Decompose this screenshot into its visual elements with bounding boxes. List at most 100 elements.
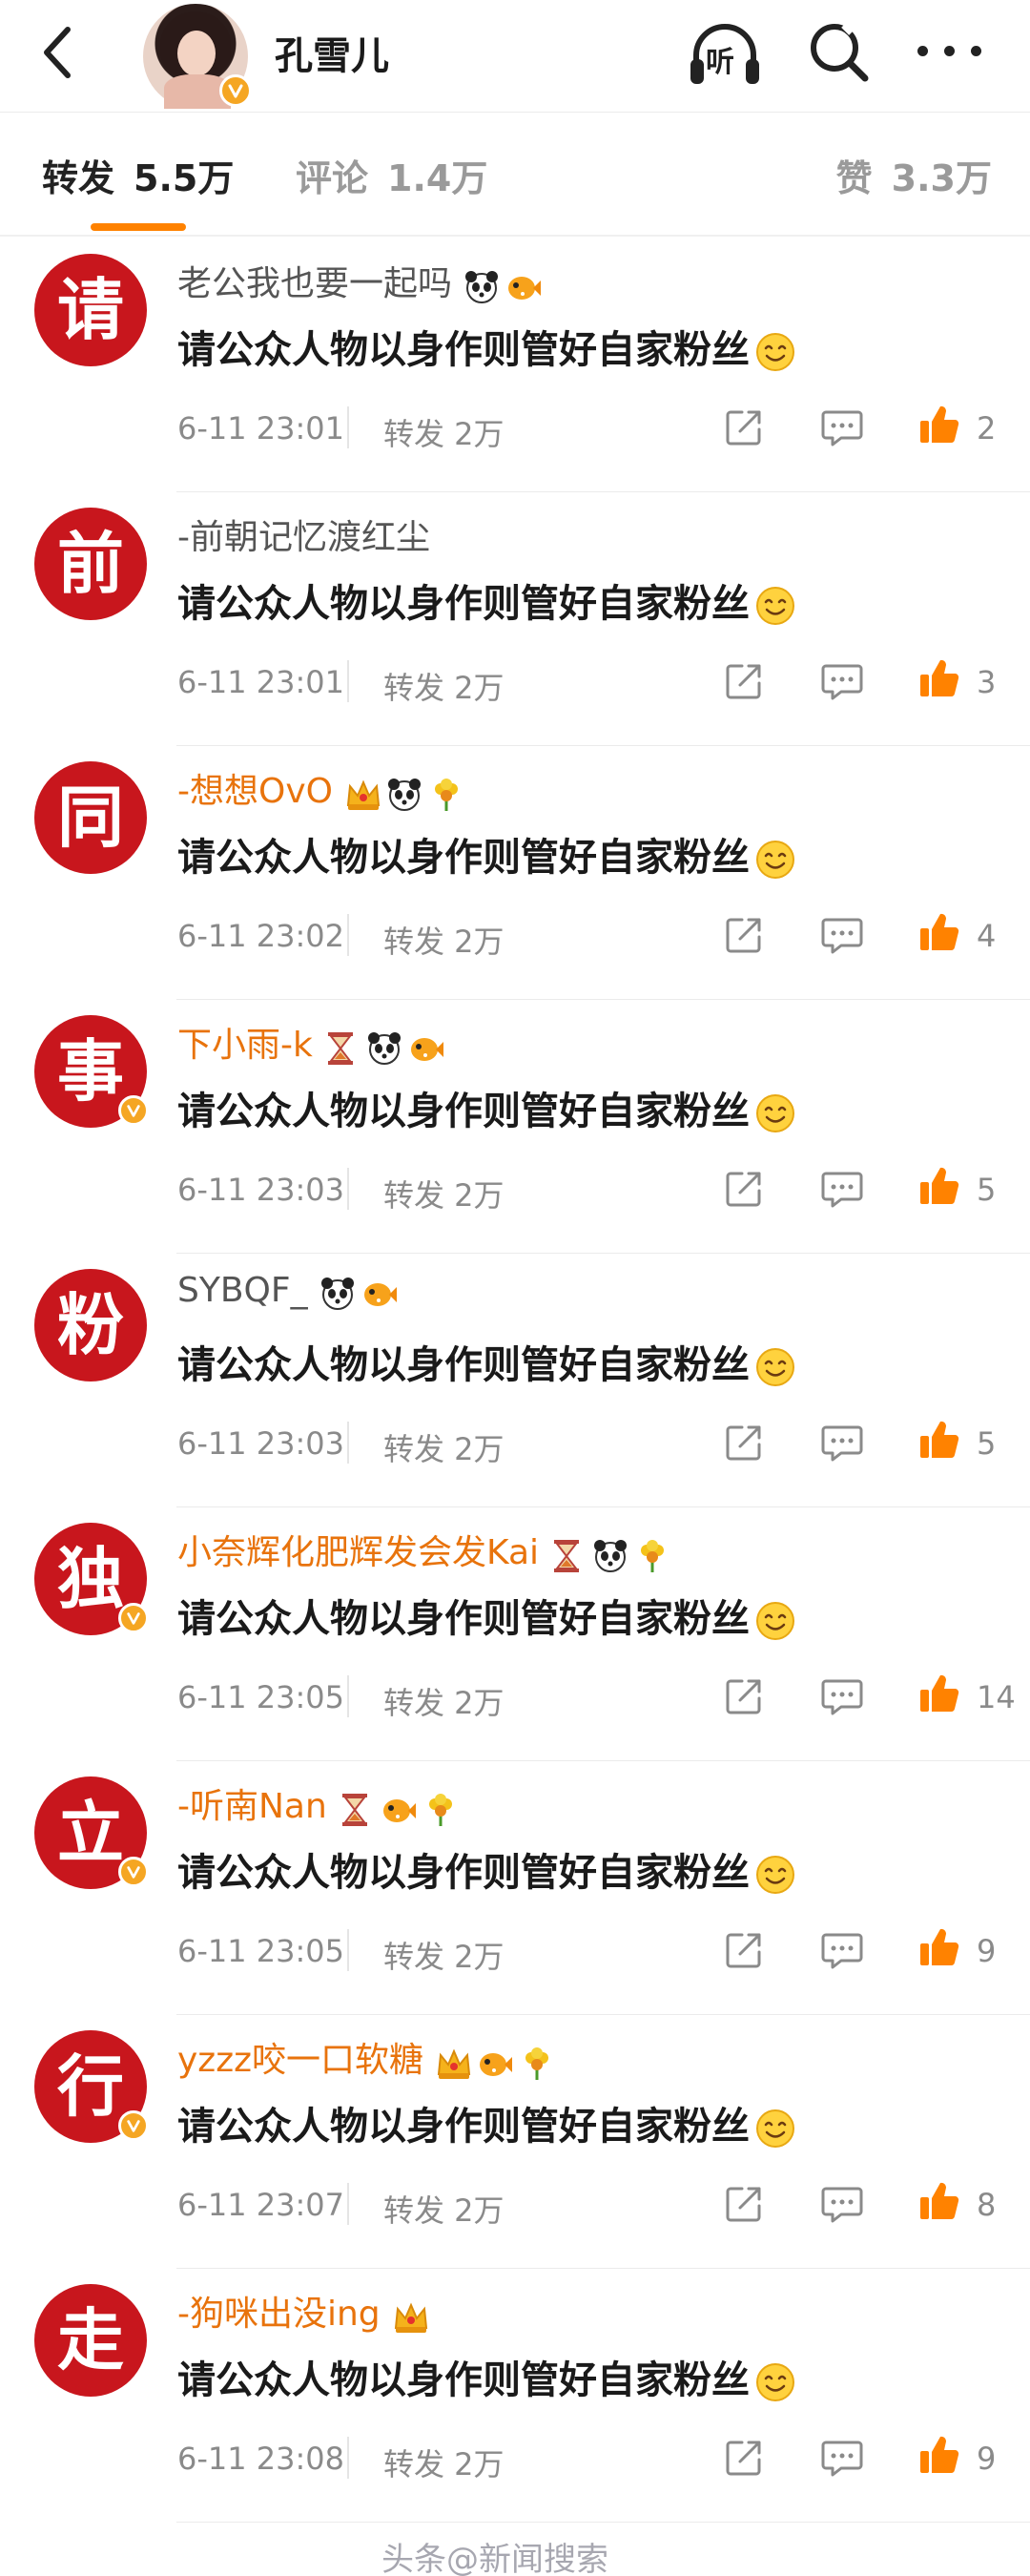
user-avatar[interactable]: 走 [34,2284,147,2397]
comment-icon[interactable] [820,914,864,956]
user-name-text: SYBQF_ [177,1271,308,1310]
share-icon[interactable] [723,1422,765,1464]
flower-icon [634,1538,670,1574]
user-avatar[interactable]: 粉 [34,1269,147,1381]
comment-icon[interactable] [820,2437,864,2479]
thumbs-up-icon[interactable] [917,656,961,700]
user-name[interactable]: SYBQF_ [177,1271,403,1312]
repost-count[interactable]: 转发 2万 [383,918,505,962]
share-icon[interactable] [723,914,765,956]
divider [347,1675,349,1717]
comment-icon[interactable] [820,1168,864,1210]
like-count: 3 [977,664,997,700]
thumbs-up-icon[interactable] [917,1672,961,1715]
like-count: 2 [977,410,997,447]
repost-count[interactable]: 转发 2万 [383,664,505,708]
repost-item[interactable]: 行 yzzz咬一口软糖 请公众人物以身作则管好自家粉丝 6-11 23:07 转… [0,2015,1030,2269]
repost-count[interactable]: 转发 2万 [383,410,505,454]
repost-count[interactable]: 转发 2万 [383,1425,505,1469]
repost-item[interactable]: 粉 SYBQF_ 请公众人物以身作则管好自家粉丝 6-11 23:03 转发 2… [0,1254,1030,1507]
repost-item[interactable]: 立 -听南Nan 请公众人物以身作则管好自家粉丝 6-11 23:05 转发 2… [0,1761,1030,2015]
fish-icon [505,269,542,305]
repost-count[interactable]: 转发 2万 [383,1172,505,1215]
user-avatar[interactable]: 事 [34,1015,149,1128]
divider [347,1422,349,1464]
share-icon[interactable] [723,2183,765,2225]
search-button[interactable] [806,19,873,86]
comment-icon[interactable] [820,406,864,448]
user-avatar[interactable]: 前 [34,508,147,620]
repost-count[interactable]: 转发 2万 [383,2441,505,2484]
share-icon[interactable] [723,1675,765,1717]
repost-text: 请公众人物以身作则管好自家粉丝 [177,1334,795,1389]
verified-badge-icon [118,2110,149,2141]
like-count: 9 [977,1933,997,1969]
share-icon[interactable] [723,1168,765,1210]
divider [347,1168,349,1210]
back-button[interactable] [29,19,86,86]
user-avatar[interactable]: 请 [34,254,147,366]
repost-text: 请公众人物以身作则管好自家粉丝 [177,2095,795,2150]
user-name-text: 小奈辉化肥辉发会发Kai [177,1533,540,1572]
repost-item[interactable]: 同 -想想OvO 请公众人物以身作则管好自家粉丝 6-11 23:02 转发 2… [0,746,1030,1000]
profile-avatar[interactable] [143,4,252,109]
user-badges [464,266,547,305]
chevron-left-icon [44,27,71,78]
repost-text-content: 请公众人物以身作则管好自家粉丝 [177,1851,750,1895]
comment-icon[interactable] [820,2183,864,2225]
thumbs-up-icon[interactable] [917,1925,961,1969]
user-avatar[interactable]: 立 [34,1776,149,1889]
user-name[interactable]: -听南Nan [177,1778,464,1828]
tab-repost[interactable]: 转发 5.5万 [42,149,234,201]
item-meta: 6-11 23:08 转发 2万 9 [177,2433,1017,2484]
user-badges [339,1789,464,1828]
smile-emoji-icon [756,587,794,625]
thumbs-up-icon[interactable] [917,910,961,954]
comment-icon[interactable] [820,1929,864,1971]
comment-icon[interactable] [820,660,864,702]
verified-badge-icon [118,1857,149,1887]
user-avatar[interactable]: 独 [34,1523,149,1635]
repost-count[interactable]: 转发 2万 [383,1679,505,1723]
share-icon[interactable] [723,406,765,448]
repost-item[interactable]: 独 小奈辉化肥辉发会发Kai 请公众人物以身作则管好自家粉丝 6-11 23:0… [0,1507,1030,1761]
thumbs-up-icon[interactable] [917,403,961,447]
user-name[interactable]: 老公我也要一起吗 [177,256,547,305]
user-name[interactable]: -前朝记忆渡红尘 [177,509,442,559]
avatar-char: 请 [57,270,124,349]
share-icon[interactable] [723,660,765,702]
thumbs-up-icon[interactable] [917,2179,961,2223]
comment-icon[interactable] [820,1422,864,1464]
search-icon [811,22,869,82]
more-options-button[interactable] [914,36,990,65]
user-name[interactable]: 下小雨-k [177,1017,450,1067]
like-count: 9 [977,2441,997,2477]
repost-item[interactable]: 走 -狗咪出没ing 请公众人物以身作则管好自家粉丝 6-11 23:08 转发… [0,2269,1030,2523]
user-avatar[interactable]: 行 [34,2030,149,2143]
user-name[interactable]: yzzz咬一口软糖 [177,2032,561,2082]
tab-like[interactable]: 赞 3.3万 [836,149,992,201]
repost-item[interactable]: 事 下小雨-k 请公众人物以身作则管好自家粉丝 6-11 23:03 转发 2万… [0,1000,1030,1254]
user-badges [392,2296,434,2336]
watermark: 头条@新闻搜索 [381,2541,608,2576]
comment-icon[interactable] [820,1675,864,1717]
tab-comment[interactable]: 评论 1.4万 [296,149,487,201]
user-name[interactable]: 小奈辉化肥辉发会发Kai [177,1525,676,1574]
repost-text: 请公众人物以身作则管好自家粉丝 [177,572,795,628]
user-name[interactable]: -想想OvO [177,763,470,813]
divider [347,2183,349,2225]
thumbs-up-icon[interactable] [917,2433,961,2477]
repost-count[interactable]: 转发 2万 [383,2187,505,2231]
share-icon[interactable] [723,2437,765,2479]
thumbs-up-icon[interactable] [917,1418,961,1462]
listen-button[interactable]: 听 [687,17,763,90]
user-name[interactable]: -狗咪出没ing [177,2286,434,2336]
thumbs-up-icon[interactable] [917,1164,961,1208]
repost-item[interactable]: 请 老公我也要一起吗 请公众人物以身作则管好自家粉丝 6-11 23:01 转发… [0,239,1030,492]
share-icon[interactable] [723,1929,765,1971]
profile-username[interactable]: 孔雪儿 [275,25,389,80]
user-avatar[interactable]: 同 [34,761,147,874]
repost-item[interactable]: 前 -前朝记忆渡红尘 请公众人物以身作则管好自家粉丝 6-11 23:01 转发… [0,492,1030,746]
crown-icon [344,777,381,813]
repost-count[interactable]: 转发 2万 [383,1933,505,1977]
